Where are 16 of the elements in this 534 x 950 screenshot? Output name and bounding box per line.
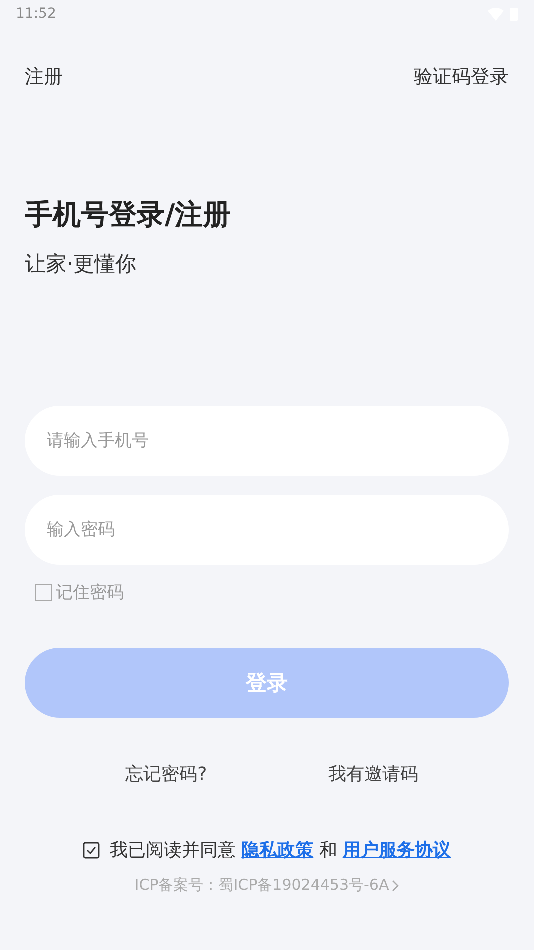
- remember-checkbox[interactable]: [35, 584, 52, 601]
- user-agreement-link[interactable]: 用户服务协议: [343, 840, 452, 861]
- agreement-text: 我已阅读并同意 隐私政策 和 用户服务协议: [110, 839, 452, 862]
- page-subtitle: 让家·更懂你: [25, 251, 138, 278]
- agree-checkbox-icon[interactable]: [82, 842, 100, 858]
- password-input-field[interactable]: 输入密码: [25, 495, 509, 565]
- register-link[interactable]: 注册: [25, 64, 63, 90]
- chevron-right-icon: [392, 880, 400, 892]
- forgot-password-link[interactable]: 忘记密码?: [126, 762, 208, 786]
- phone-input-field[interactable]: 请输入手机号: [25, 406, 509, 476]
- sms-login-link[interactable]: 验证码登录: [414, 64, 509, 90]
- status-time: 11:52: [16, 6, 56, 22]
- remember-label: 记住密码: [56, 582, 124, 604]
- privacy-policy-link[interactable]: 隐私政策: [242, 840, 314, 861]
- invite-code-link[interactable]: 我有邀请码: [328, 762, 418, 786]
- page-title: 手机号登录/注册: [25, 197, 232, 233]
